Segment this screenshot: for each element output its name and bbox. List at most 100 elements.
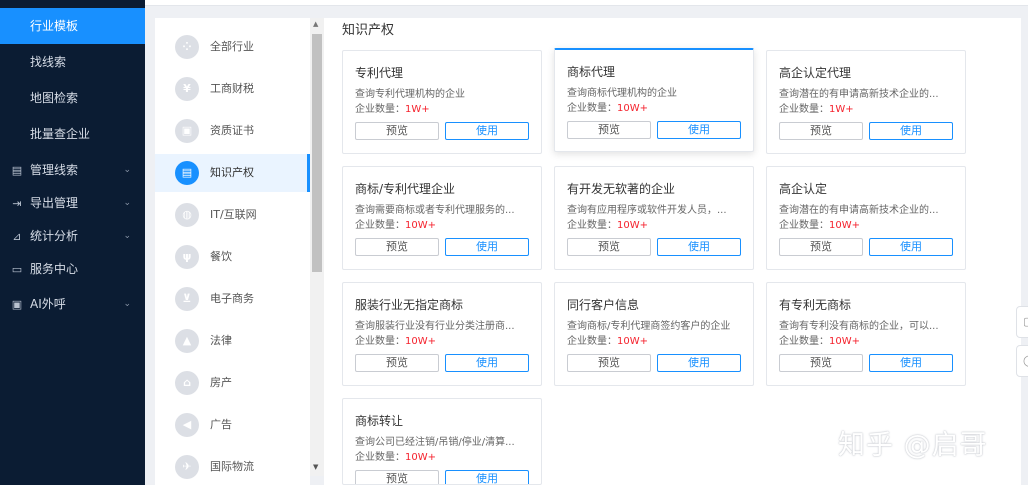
nav-item-3[interactable]: 批量查企业 xyxy=(0,116,145,152)
law-icon: ▲ xyxy=(175,329,199,353)
card-description: 查询商标/专利代理商签约客户的企业 xyxy=(567,321,731,332)
card-count: 企业数量：10W+ xyxy=(567,332,648,347)
scroll-up-arrow-icon[interactable]: ▲ xyxy=(313,20,318,28)
count-prefix: 企业数量： xyxy=(779,104,829,115)
top-bar xyxy=(145,0,1028,6)
certificate-icon: ▣ xyxy=(175,119,199,143)
use-button[interactable]: 使用 xyxy=(869,122,953,140)
use-button[interactable]: 使用 xyxy=(657,354,741,372)
card-count: 企业数量：10W+ xyxy=(355,448,436,463)
card-description: 查询有应用程序或软件开发人员，... xyxy=(567,205,727,216)
template-card[interactable]: 有专利无商标 查询有专利没有商标的企业，可以... 企业数量：10W+ 预览 使用 xyxy=(766,282,966,386)
category-label: 全部行业 xyxy=(210,40,254,53)
card-title: 商标转让 xyxy=(355,414,404,428)
nav-submenu: 行业模板 找线索 地图检索 批量查企业 xyxy=(0,8,145,152)
use-button[interactable]: 使用 xyxy=(869,354,953,372)
use-button[interactable]: 使用 xyxy=(445,238,529,256)
template-card[interactable]: 高企认定 查询潜在的有申请高新技术企业的... 企业数量：10W+ 预览 使用 xyxy=(766,166,966,270)
scrollbar-thumb[interactable] xyxy=(312,34,322,272)
count-value: 1W+ xyxy=(405,104,430,115)
template-card[interactable]: 有开发无软著的企业查询有应用程序或软件开发人员，... 企业数量：10W+ 预览 使用 xyxy=(554,166,754,270)
category-label: 工商财税 xyxy=(210,82,254,95)
export-icon: ⇥ xyxy=(12,197,22,210)
preview-button[interactable]: 预览 xyxy=(355,238,439,256)
use-button[interactable]: 使用 xyxy=(445,354,529,372)
category-label: 知识产权 xyxy=(210,166,254,179)
template-card[interactable]: 专利代理 查询专利代理机构的企业 企业数量：1W+ 预览 使用 xyxy=(342,50,542,154)
category-item[interactable]: ▣ 资质证书 xyxy=(155,112,310,150)
category-item[interactable]: ⌂ 房产 xyxy=(155,364,310,402)
preview-button[interactable]: 预览 xyxy=(567,354,651,372)
watermark: 知乎 @启哥 xyxy=(838,430,988,461)
preview-button[interactable]: 预览 xyxy=(567,121,651,139)
category-label: 房产 xyxy=(210,376,232,389)
category-item[interactable]: ψ 餐饮 xyxy=(155,238,310,276)
feedback-tool-button[interactable]: ▢ xyxy=(1016,306,1028,338)
card-description: 查询服装行业没有行业分类注册商... xyxy=(355,321,515,332)
help-tool-button[interactable]: ◯ xyxy=(1016,345,1028,377)
card-count: 企业数量：10W+ xyxy=(779,332,860,347)
nav-item-0[interactable]: 行业模板 xyxy=(0,8,145,44)
use-button[interactable]: 使用 xyxy=(869,238,953,256)
preview-button[interactable]: 预览 xyxy=(567,238,651,256)
page-title: 知识产权 xyxy=(342,23,395,38)
card-title: 专利代理 xyxy=(355,66,404,80)
nav-group-4[interactable]: ▣ AI外呼 ⌄ xyxy=(0,288,145,321)
nav-group-3[interactable]: ▭ 服务中心 xyxy=(0,253,145,286)
template-card[interactable]: 同行客户信息查询商标/专利代理商签约客户的企业 企业数量：10W+ 预览 使用 xyxy=(554,282,754,386)
template-card[interactable]: 高企认定代理 查询潜在的有申请高新技术企业的... 企业数量：1W+ 预览 使用 xyxy=(766,50,966,154)
nav-group-1[interactable]: ⇥ 导出管理 ⌄ xyxy=(0,187,145,220)
count-prefix: 企业数量： xyxy=(355,336,405,347)
category-item[interactable]: ◍ IT/互联网 xyxy=(155,196,310,234)
category-item[interactable]: ¥ 工商财税 xyxy=(155,70,310,108)
category-item[interactable]: ✈ 国际物流 xyxy=(155,448,310,485)
count-value: 10W+ xyxy=(617,220,648,231)
card-count: 企业数量：10W+ xyxy=(567,99,648,114)
preview-button[interactable]: 预览 xyxy=(355,470,439,484)
nav-item-2[interactable]: 地图检索 xyxy=(0,80,145,116)
list-icon: ▤ xyxy=(11,164,23,177)
preview-button[interactable]: 预览 xyxy=(355,354,439,372)
nav-group-2[interactable]: ⊿ 统计分析 ⌄ xyxy=(0,220,145,253)
help-icon: ◯ xyxy=(1023,354,1028,367)
category-item[interactable]: ◀ 广告 xyxy=(155,406,310,444)
template-card[interactable]: 服装行业无指定商标 查询服装行业没有行业分类注册商... 企业数量：10W+ 预览 使用 xyxy=(342,282,542,386)
category-label: 电子商务 xyxy=(210,292,254,305)
nav-group-label: 服务中心 xyxy=(30,262,79,276)
category-item[interactable]: ▤ 知识产权 xyxy=(155,154,310,192)
card-count: 企业数量：1W+ xyxy=(355,100,430,115)
count-prefix: 企业数量： xyxy=(567,220,617,231)
category-item[interactable]: ⁘ 全部行业 xyxy=(155,28,310,66)
nav-group-label: 导出管理 xyxy=(30,196,79,210)
category-item[interactable]: ⊻ 电子商务 xyxy=(155,280,310,318)
ai-call-icon: ▣ xyxy=(11,298,23,311)
cart-icon: ⊻ xyxy=(175,287,199,311)
preview-button[interactable]: 预览 xyxy=(779,354,863,372)
card-title: 有开发无软著的企业 xyxy=(567,182,676,196)
template-card[interactable]: 商标转让 查询公司已经注销/吊销/停业/清算... 企业数量：10W+ 预览 使用 xyxy=(342,398,542,485)
template-card[interactable]: 商标代理 查询商标代理机构的企业 企业数量：10W+ 预览 使用 xyxy=(554,48,754,152)
nav-group-label: AI外呼 xyxy=(30,297,66,311)
preview-button[interactable]: 预览 xyxy=(779,122,863,140)
scroll-down-arrow-icon[interactable]: ▼ xyxy=(313,463,318,471)
chevron-down-icon: ⌄ xyxy=(123,198,131,208)
card-title: 同行客户信息 xyxy=(567,298,640,312)
nav-item-1[interactable]: 找线索 xyxy=(0,44,145,80)
use-button[interactable]: 使用 xyxy=(445,470,529,484)
category-list: ⁘ 全部行业 ¥ 工商财税 ▣ 资质证书 ▤ 知识产权 ◍ IT/互联网 ψ 餐饮 ⊻ 电子商务 ▲ 法律 ⌂ 房… xyxy=(155,18,310,485)
use-button[interactable]: 使用 xyxy=(657,121,741,139)
use-button[interactable]: 使用 xyxy=(445,122,529,140)
preview-button[interactable]: 预览 xyxy=(355,122,439,140)
feedback-icon: ▢ xyxy=(1023,315,1028,328)
count-value: 10W+ xyxy=(617,103,648,114)
preview-button[interactable]: 预览 xyxy=(779,238,863,256)
nav-group-0[interactable]: ▤ 管理线索 ⌄ xyxy=(0,154,145,187)
use-button[interactable]: 使用 xyxy=(657,238,741,256)
category-item[interactable]: ▲ 法律 xyxy=(155,322,310,360)
card-count: 企业数量：10W+ xyxy=(355,216,436,231)
card-title: 高企认定 xyxy=(779,182,828,196)
count-prefix: 企业数量： xyxy=(355,452,405,463)
count-value: 10W+ xyxy=(617,336,648,347)
category-label: 资质证书 xyxy=(210,124,254,137)
template-card[interactable]: 商标/专利代理企业 查询需要商标或者专利代理服务的... 企业数量：10W+ 预览 使用 xyxy=(342,166,542,270)
